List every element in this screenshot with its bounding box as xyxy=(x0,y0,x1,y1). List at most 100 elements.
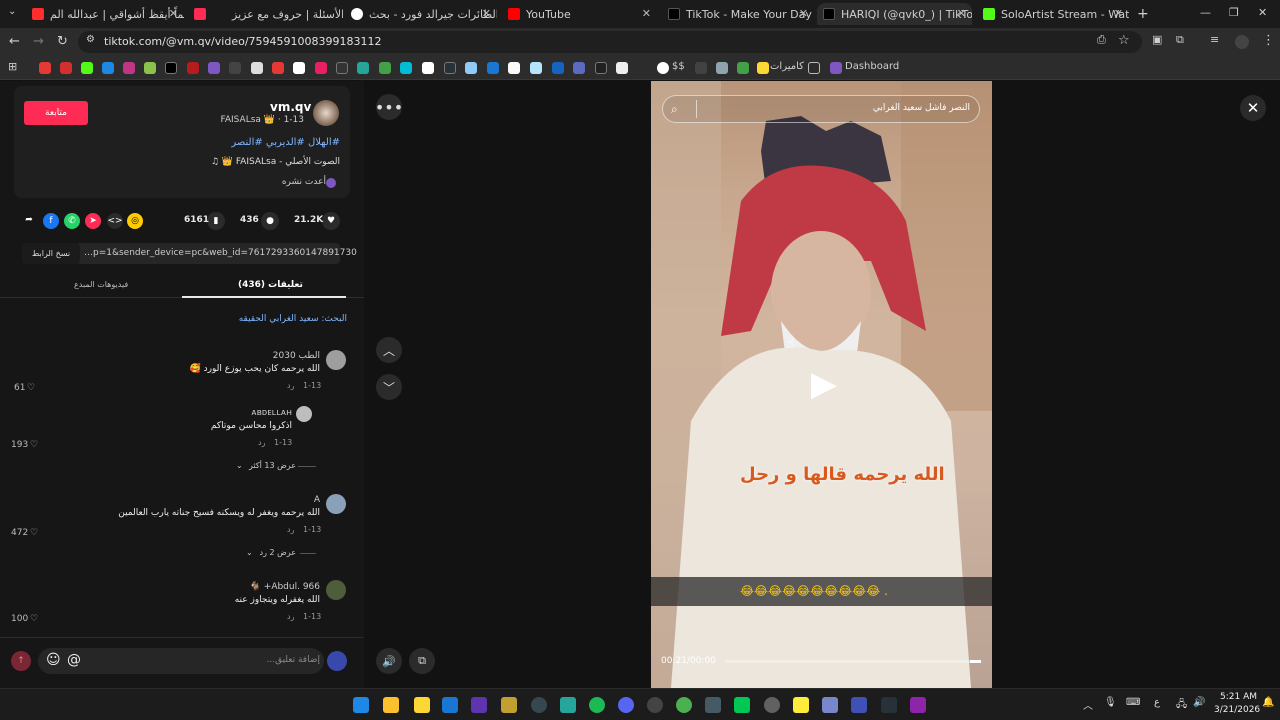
bookmark-icon[interactable] xyxy=(272,62,284,74)
bookmark-icon[interactable] xyxy=(552,62,564,74)
bookmark-icon[interactable] xyxy=(595,62,607,74)
chevron-down-icon[interactable]: ⌄ xyxy=(236,461,243,470)
app-icon[interactable] xyxy=(734,697,750,713)
bookmark-icon[interactable] xyxy=(293,62,305,74)
comment-like-icon[interactable]: ♡ xyxy=(27,383,35,393)
creator-avatar[interactable] xyxy=(313,100,339,126)
teams-icon[interactable] xyxy=(822,697,838,713)
tab-quiz[interactable]: بوابة الأسئلة | حروف مع عزيز xyxy=(188,3,343,25)
related-search-link[interactable]: البحث: سعيد الغرابي الحقيقه xyxy=(200,314,347,324)
close-icon[interactable]: ✕ xyxy=(482,7,491,20)
reading-list-icon[interactable]: ≡ xyxy=(1210,33,1219,46)
app-icon[interactable] xyxy=(531,697,547,713)
tab-google-search[interactable]: حاملة الطائرات جيرالد فورد - بحث… ✕ xyxy=(345,3,497,25)
tab-youtube[interactable]: YouTube ✕ xyxy=(502,3,657,25)
bookmark-icon[interactable] xyxy=(123,62,135,74)
comment-like-icon[interactable]: ♡ xyxy=(30,614,38,624)
bookmark-save-icon[interactable]: ▮ xyxy=(207,212,225,230)
coin-icon[interactable]: ◎ xyxy=(127,213,143,229)
chrome-icon[interactable] xyxy=(676,697,692,713)
reply-button[interactable]: رد xyxy=(258,438,265,447)
more-options-icon[interactable]: ••• xyxy=(375,94,403,120)
bookmark-icon[interactable] xyxy=(102,62,114,74)
folder-icon[interactable] xyxy=(808,62,820,74)
commenter-name[interactable]: ᴀʙᴅᴇʟʟᴀʜ xyxy=(210,408,292,418)
comment-input-placeholder[interactable]: إضافة تعليق... xyxy=(230,655,320,665)
facebook-icon[interactable]: f xyxy=(43,213,59,229)
commenter-name[interactable]: Abdul. 966+ 🐐 xyxy=(230,582,320,592)
app-icon[interactable] xyxy=(442,697,458,713)
start-icon[interactable] xyxy=(353,697,369,713)
language-indicator[interactable]: ع xyxy=(1154,697,1160,708)
user-avatar[interactable] xyxy=(327,651,347,671)
send-icon[interactable]: ➤ xyxy=(85,213,101,229)
bookmark-icon[interactable] xyxy=(81,62,93,74)
bookmark-icon[interactable] xyxy=(465,62,477,74)
keyboard-icon[interactable]: ⌨ xyxy=(1126,697,1140,708)
google-icon[interactable] xyxy=(657,62,669,74)
minimize-button[interactable]: — xyxy=(1200,6,1211,19)
menu-icon[interactable]: ⋮ xyxy=(1262,33,1275,48)
bookmark-icon[interactable] xyxy=(530,62,542,74)
commenter-avatar[interactable] xyxy=(326,350,346,370)
reply-button[interactable]: رد xyxy=(287,612,294,621)
app-icon[interactable] xyxy=(414,697,430,713)
like-heart-icon[interactable]: ♥ xyxy=(322,212,340,230)
video-progress-bar[interactable] xyxy=(725,660,981,663)
bookmark-icon[interactable] xyxy=(208,62,220,74)
bookmark-icon[interactable] xyxy=(60,62,72,74)
tab-comments[interactable]: (436) تعليقات xyxy=(238,280,303,290)
extensions-puzzle-icon[interactable]: ⧉ xyxy=(1176,33,1184,47)
commenter-name[interactable]: A xyxy=(290,495,320,505)
close-icon[interactable]: ✕ xyxy=(1114,7,1123,20)
profile-avatar[interactable] xyxy=(1235,35,1249,49)
copy-link-button[interactable]: نسخ الرابط xyxy=(22,243,80,264)
bookmark-star-icon[interactable]: ☆ xyxy=(1118,33,1130,48)
apps-icon[interactable]: ⊞ xyxy=(8,60,17,73)
app-icon[interactable] xyxy=(910,697,926,713)
bookmark-label[interactable]: Dashboard xyxy=(845,61,899,72)
bookmark-icon[interactable] xyxy=(695,62,707,74)
install-icon[interactable]: ⎙ xyxy=(1097,33,1106,47)
close-video-button[interactable]: ✕ xyxy=(1240,95,1266,121)
bookmark-icon[interactable] xyxy=(379,62,391,74)
bookmark-icon[interactable] xyxy=(616,62,628,74)
speaker-icon[interactable]: 🔊 xyxy=(1193,697,1205,708)
comment-icon[interactable]: ● xyxy=(261,212,279,230)
extension-icon[interactable]: ▣ xyxy=(1152,33,1162,46)
app-icon[interactable] xyxy=(647,697,663,713)
bookmark-icon[interactable] xyxy=(573,62,585,74)
follow-button[interactable]: متابعة xyxy=(24,101,88,125)
close-icon[interactable]: ✕ xyxy=(799,7,808,20)
notification-icon[interactable]: 🔔 xyxy=(1262,697,1274,708)
chevron-down-icon[interactable]: ﹀ xyxy=(376,374,402,400)
reply-button[interactable]: رد xyxy=(287,381,294,390)
bookmark-icon[interactable] xyxy=(716,62,728,74)
sound-link[interactable]: الصوت الأصلي - FAISALsa 👑 ♫ xyxy=(190,157,340,167)
embed-icon[interactable]: <> xyxy=(107,213,123,229)
app-icon[interactable] xyxy=(705,697,721,713)
bookmark-icon[interactable] xyxy=(251,62,263,74)
tab-kick-stream[interactable]: SoloArtist Stream - Watch Live ✕ xyxy=(977,3,1129,25)
close-icon[interactable]: ✕ xyxy=(957,7,966,20)
tab-search-icon[interactable]: ⌄ xyxy=(8,6,16,17)
reply-button[interactable]: رد xyxy=(287,525,294,534)
app-icon[interactable] xyxy=(793,697,809,713)
folder-icon[interactable] xyxy=(757,62,769,74)
bookmark-icon[interactable] xyxy=(315,62,327,74)
spotify-icon[interactable] xyxy=(589,697,605,713)
view-replies-button[interactable]: عرض 2 رد xyxy=(254,548,296,557)
app-icon[interactable] xyxy=(501,697,517,713)
restore-button[interactable]: ❐ xyxy=(1229,6,1239,19)
app-icon[interactable] xyxy=(764,697,780,713)
close-icon[interactable]: ✕ xyxy=(169,7,178,20)
back-button[interactable]: ← xyxy=(9,34,20,49)
url-text[interactable]: tiktok.com/@vm.qv/video/7594591008399183… xyxy=(104,35,382,48)
close-icon[interactable]: ✕ xyxy=(642,7,651,20)
video-search-text[interactable]: النصر فاشل سعيد الغرابي xyxy=(820,103,970,113)
view-replies-button[interactable]: عرض 13 أكثر xyxy=(246,461,296,470)
app-icon[interactable] xyxy=(560,697,576,713)
bookmark-icon[interactable] xyxy=(336,62,348,74)
bookmark-icon[interactable] xyxy=(830,62,842,74)
network-icon[interactable]: 🖧 xyxy=(1176,697,1187,714)
